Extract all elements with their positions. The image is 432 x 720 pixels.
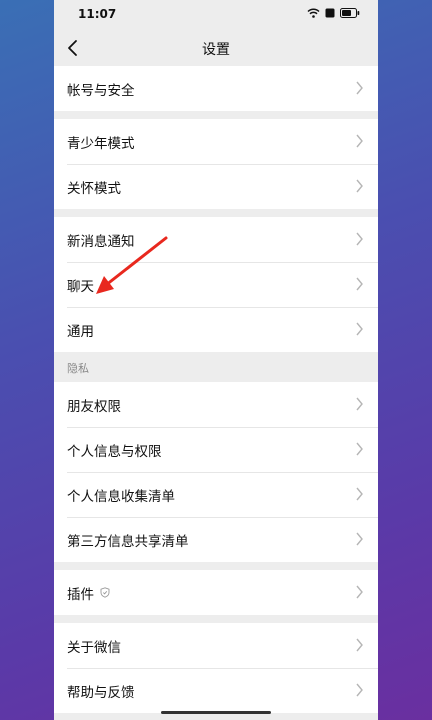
settings-item-teen-mode[interactable]: 青少年模式 [54,119,378,164]
settings-item-notifications[interactable]: 新消息通知 [54,217,378,262]
chevron-right-icon [356,487,363,501]
chevron-right-icon [356,322,363,336]
chevron-right-icon [356,442,363,456]
settings-item-info-collection-list[interactable]: 个人信息收集清单 [54,472,378,517]
settings-item-personal-info-permissions[interactable]: 个人信息与权限 [54,427,378,472]
settings-item-label: 插件 [67,586,94,603]
settings-item-label: 新消息通知 [67,233,135,250]
settings-item-about-wechat[interactable]: 关于微信 [54,623,378,668]
sim-icon [325,8,335,18]
settings-item-account-security[interactable]: 帐号与安全 [54,66,378,111]
status-time: 11:07 [78,7,117,21]
chevron-right-icon [356,397,363,411]
settings-item-label: 朋友权限 [67,398,121,415]
settings-item-label: 关怀模式 [67,180,121,197]
settings-group-general: 新消息通知 聊天 通用 [54,217,378,352]
chevron-right-icon [356,638,363,652]
settings-item-label: 聊天 [67,278,94,295]
chevron-right-icon [356,232,363,246]
chevron-right-icon [356,81,363,95]
chevron-right-icon [356,179,363,193]
page-title: 设置 [202,42,230,58]
status-bar: 11:07 [54,0,378,30]
settings-item-label: 青少年模式 [67,135,135,152]
section-header-privacy: 隐私 [54,352,378,382]
settings-item-third-party-sharing-list[interactable]: 第三方信息共享清单 [54,517,378,562]
nav-bar: 设置 [54,30,378,66]
settings-item-label: 通用 [67,323,94,340]
phone-screen: 11:07 设置 帐号与安全 青少年模式 关怀模式 新消息通知 聊天 通用 隐私… [54,0,378,720]
settings-item-help-feedback[interactable]: 帮助与反馈 [54,668,378,713]
settings-item-label: 第三方信息共享清单 [67,533,189,550]
chevron-right-icon [356,532,363,546]
settings-item-care-mode[interactable]: 关怀模式 [54,164,378,209]
chevron-right-icon [356,277,363,291]
settings-item-label: 个人信息收集清单 [67,488,175,505]
settings-group-plugins: 插件 [54,570,378,615]
shield-icon [100,587,110,598]
settings-item-label: 帮助与反馈 [67,684,135,701]
settings-group-modes: 青少年模式 关怀模式 [54,119,378,209]
settings-item-label: 个人信息与权限 [67,443,162,460]
chevron-right-icon [356,683,363,697]
settings-item-plugins[interactable]: 插件 [54,570,378,615]
chevron-right-icon [356,134,363,148]
chevron-right-icon [356,585,363,599]
settings-group-about: 关于微信 帮助与反馈 [54,623,378,713]
settings-item-label: 帐号与安全 [67,82,135,99]
home-indicator [161,711,271,714]
settings-item-chat[interactable]: 聊天 [54,262,378,307]
settings-group-privacy: 朋友权限 个人信息与权限 个人信息收集清单 第三方信息共享清单 [54,382,378,562]
wifi-icon [307,8,320,18]
status-icons [307,8,360,18]
settings-item-label: 关于微信 [67,639,121,656]
settings-group-account: 帐号与安全 [54,66,378,111]
settings-item-friend-permissions[interactable]: 朋友权限 [54,382,378,427]
settings-item-general[interactable]: 通用 [54,307,378,352]
battery-icon [340,8,360,18]
